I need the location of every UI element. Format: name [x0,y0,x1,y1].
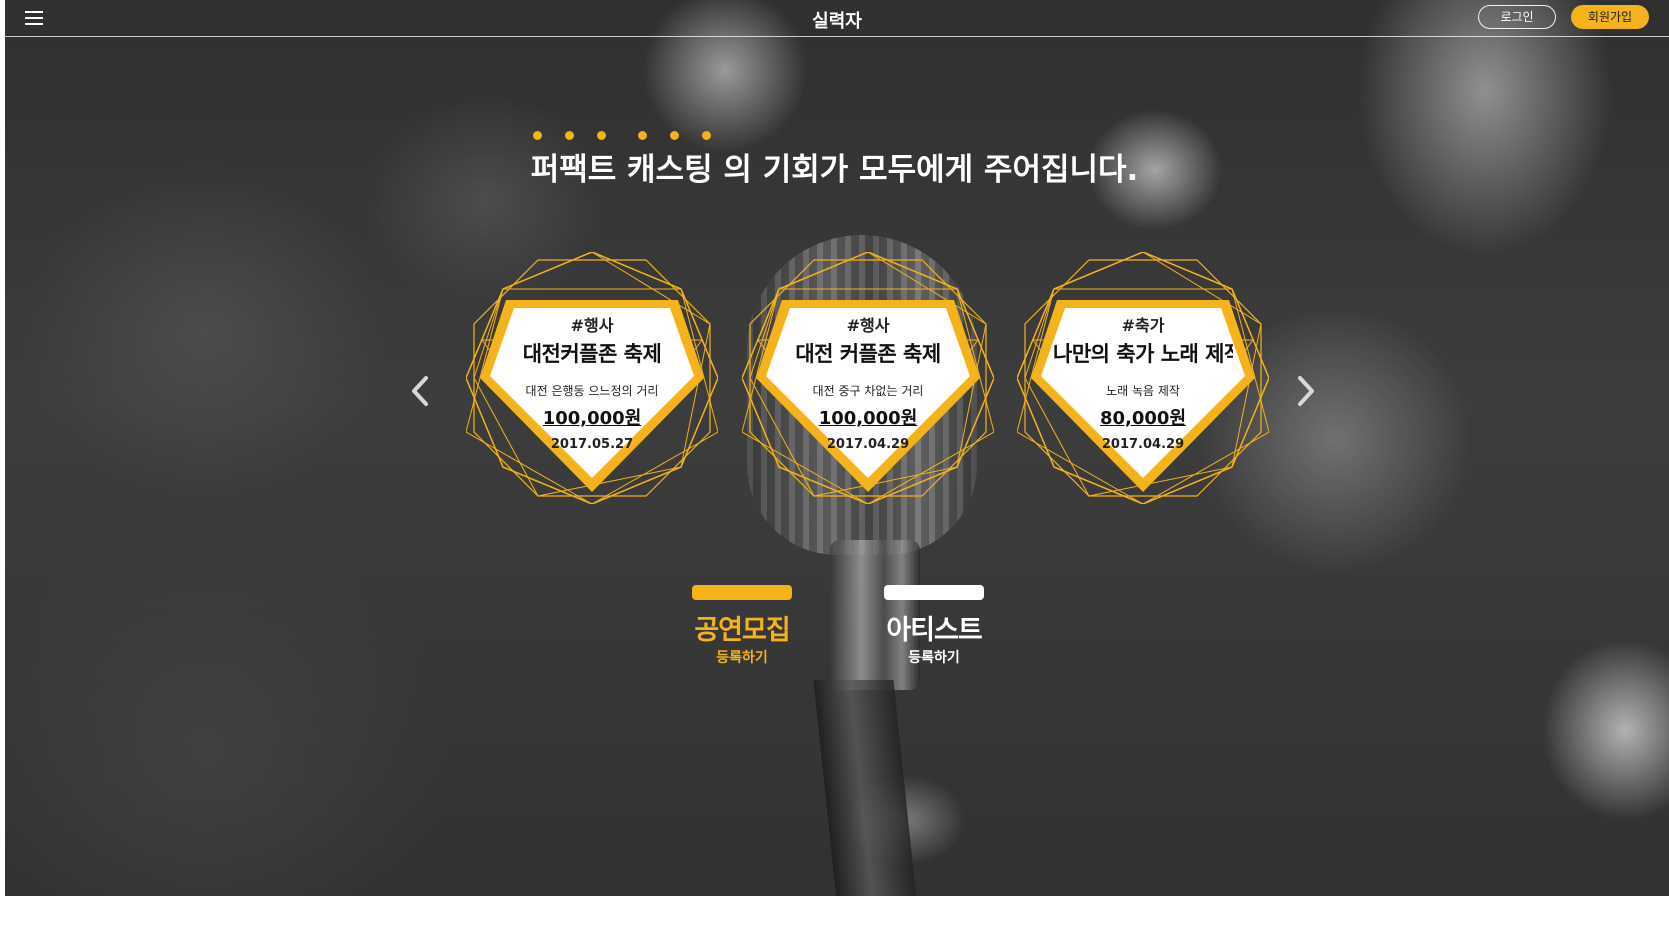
emphasis-dot [702,131,711,140]
headline-emphasis-dots [0,131,1669,141]
card-date: 2017.04.29 [826,437,910,452]
top-navigation-bar: 실력자 로그인 회원가입 [5,0,1669,37]
join-button[interactable]: 회원가입 [1571,5,1649,29]
emphasis-dot [565,131,574,140]
card-tag: #축가 [1121,316,1165,335]
card-location: 노래 녹음 제작 [1106,384,1180,398]
card-date: 2017.04.29 [1101,437,1185,452]
recruit-sub-label: 등록하기 [716,650,768,666]
artist-sub-label: 등록하기 [908,650,960,666]
emphasis-dot [670,131,679,140]
casting-card-content: #행사 대전 커플존 축제 대전 중구 차없는 거리 100,000원 2017… [742,252,994,504]
emphasis-dot [638,131,647,140]
artist-register-button[interactable]: 아티스트 등록하기 [882,585,986,667]
card-date: 2017.05.27 [550,437,634,452]
casting-card-content: #행사 대전커플존 축제 대전 은행동 으느정의 거리 100,000원 201… [466,252,718,504]
casting-card-content: #축가 나만의 축가 노래 제작 노래 녹음 제작 80,000원 2017.0… [1017,252,1269,504]
emphasis-dot [533,131,542,140]
chevron-right-icon[interactable] [1294,374,1318,408]
artist-label: 아티스트 [886,615,982,646]
card-title: 대전 커플존 축제 [795,342,941,366]
card-tag: #행사 [570,316,614,335]
card-title: 나만의 축가 노래 제작 [1053,342,1233,366]
page-bottom [0,896,1669,927]
card-title: 대전커플존 축제 [522,342,662,366]
login-button[interactable]: 로그인 [1478,5,1556,29]
card-location: 대전 중구 차없는 거리 [812,384,924,398]
site-logo[interactable]: 실력자 [5,7,1669,33]
casting-card[interactable]: #행사 대전커플존 축제 대전 은행동 으느정의 거리 100,000원 201… [466,252,718,504]
performance-recruit-button[interactable]: 공연모집 등록하기 [690,585,794,667]
card-price: 100,000원 [542,408,642,429]
card-price: 80,000원 [1099,408,1187,429]
casting-card[interactable]: #행사 대전 커플존 축제 대전 중구 차없는 거리 100,000원 2017… [742,252,994,504]
artist-bar [884,585,984,600]
card-tag: #행사 [846,316,890,335]
recruit-bar [692,585,792,600]
emphasis-dot [597,131,606,140]
card-location: 대전 은행동 으느정의 거리 [525,384,659,398]
recruit-label: 공연모집 [694,615,790,646]
casting-card[interactable]: #축가 나만의 축가 노래 제작 노래 녹음 제작 80,000원 2017.0… [1017,252,1269,504]
chevron-left-icon[interactable] [408,374,432,408]
card-price: 100,000원 [818,408,918,429]
hero-headline: 퍼팩트 캐스팅 의 기회가 모두에게 주어집니다. [530,152,1139,188]
